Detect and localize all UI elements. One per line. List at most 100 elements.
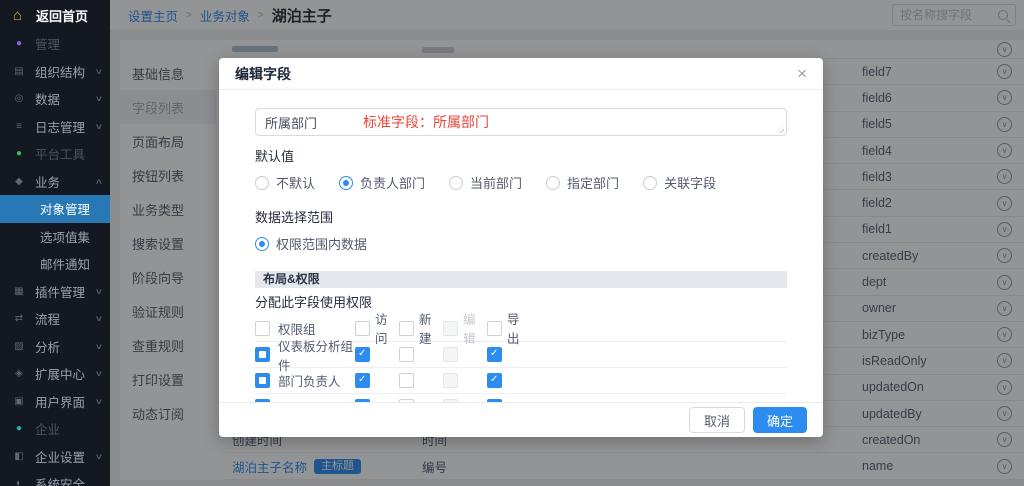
- data-scope-radio-group: 权限范围内数据: [255, 234, 787, 253]
- permission-row: 员工: [255, 393, 787, 402]
- radio-option-default-value[interactable]: 指定部门: [546, 173, 619, 192]
- layout-permission-section-bar: 布局&权限: [255, 271, 787, 288]
- checkbox-icon[interactable]: [255, 399, 270, 402]
- default-value-radio-group: 不默认 负责人部门 当前部门 指定部门 关联字段: [255, 173, 787, 192]
- checkbox-icon[interactable]: [399, 321, 414, 336]
- admin-dot-icon: ●: [12, 38, 26, 49]
- flow-icon: ⇄: [12, 313, 26, 324]
- checkbox-icon: [443, 347, 458, 362]
- sidebar-item-label: 流程: [35, 309, 60, 328]
- checkbox-icon[interactable]: [355, 321, 370, 336]
- sidebar-item-admin[interactable]: ●管理: [0, 30, 110, 58]
- checkbox-icon[interactable]: [487, 399, 502, 402]
- data-scope-label: 数据选择范围: [255, 207, 787, 226]
- radio-option-default-value[interactable]: 关联字段: [643, 173, 716, 192]
- radio-label: 当前部门: [470, 173, 522, 192]
- checkbox-icon[interactable]: [355, 373, 370, 388]
- sidebar-item-platform-tools[interactable]: ● 平台工具: [0, 140, 110, 168]
- permission-cell: [443, 373, 487, 388]
- checkbox-icon[interactable]: [355, 347, 370, 362]
- radio-option-data-scope[interactable]: 权限范围内数据: [255, 234, 367, 253]
- field-name-value: 所属部门: [265, 113, 317, 132]
- radio-icon[interactable]: [546, 176, 560, 190]
- data-icon: ◎: [12, 93, 26, 104]
- radio-icon[interactable]: [643, 176, 657, 190]
- checkbox-icon[interactable]: [255, 347, 270, 362]
- chevron-down-icon: ∨: [95, 122, 104, 131]
- edit-field-modal: 编辑字段 × 所属部门 标准字段：所属部门 默认值 不默认负责人部门当前部门指定…: [219, 58, 823, 437]
- checkbox-icon[interactable]: [487, 347, 502, 362]
- permission-row: 部门负责人: [255, 367, 787, 393]
- sidebar-item-home[interactable]: ⌂ 返回首页: [0, 0, 110, 30]
- platform-dot-icon: ●: [12, 148, 26, 159]
- chevron-down-icon: ∨: [95, 314, 104, 323]
- sidebar-item-label: 平台工具: [35, 144, 85, 163]
- radio-label: 指定部门: [567, 173, 619, 192]
- sidebar-item-enterprise-settings[interactable]: ◧企业设置∨: [0, 443, 110, 471]
- sidebar-item-option-value-set[interactable]: 选项值集: [0, 223, 110, 251]
- sidebar-item-email-notification[interactable]: 邮件通知: [0, 250, 110, 278]
- sidebar-item-label: 企业: [35, 419, 60, 438]
- radio-option-default-value[interactable]: 不默认: [255, 173, 315, 192]
- chevron-down-icon: ∨: [95, 287, 104, 296]
- sidebar-item-system-security[interactable]: ◐系统安全: [0, 470, 110, 486]
- sidebar-item-user-interface[interactable]: ▣用户界面∨: [0, 388, 110, 416]
- enterprise-dot-icon: ●: [12, 423, 26, 434]
- sidebar-item-log-management[interactable]: ≡ 日志管理 ∨: [0, 113, 110, 141]
- sidebar-item-data[interactable]: ◎数据∨: [0, 85, 110, 113]
- permission-cell: [443, 347, 487, 362]
- checkbox-icon[interactable]: [255, 321, 270, 336]
- radio-icon[interactable]: [449, 176, 463, 190]
- sidebar-item-label: 日志管理: [35, 117, 85, 136]
- checkbox-icon[interactable]: [487, 373, 502, 388]
- radio-label: 关联字段: [664, 173, 716, 192]
- sidebar-item-business[interactable]: ◆业务∧: [0, 168, 110, 196]
- sidebar-item-analysis[interactable]: ▨分析∨: [0, 333, 110, 361]
- permission-column-label: 新建: [419, 309, 443, 347]
- radio-option-default-value[interactable]: 负责人部门: [339, 173, 425, 192]
- radio-icon[interactable]: [339, 176, 353, 190]
- chevron-down-icon: ∨: [95, 67, 104, 76]
- sidebar-item-object-management[interactable]: 对象管理: [0, 195, 110, 223]
- resize-handle-icon[interactable]: [776, 125, 784, 133]
- permission-column-op: 访问: [355, 309, 399, 347]
- checkbox-icon[interactable]: [487, 321, 502, 336]
- field-name-input[interactable]: 所属部门 标准字段：所属部门: [255, 108, 787, 136]
- permission-column-label: 导出: [507, 309, 531, 347]
- sidebar-item-label: 扩展中心: [35, 364, 85, 383]
- sidebar-item-org-structure[interactable]: ▤组织结构∨: [0, 58, 110, 86]
- radio-icon[interactable]: [255, 237, 269, 251]
- sidebar-item-extension-center[interactable]: ◈ 扩展中心 ∨: [0, 360, 110, 388]
- chevron-down-icon: ∨: [95, 342, 104, 351]
- ok-button[interactable]: 确定: [753, 407, 807, 433]
- sidebar-item-label: 插件管理: [35, 282, 85, 301]
- close-icon[interactable]: ×: [797, 65, 807, 82]
- default-value-label: 默认值: [255, 146, 787, 165]
- radio-icon[interactable]: [255, 176, 269, 190]
- radio-label: 不默认: [276, 173, 315, 192]
- modal-body: 所属部门 标准字段：所属部门 默认值 不默认负责人部门当前部门指定部门关联字段 …: [219, 90, 823, 402]
- sidebar-item-label: 业务: [35, 172, 60, 191]
- radio-label: 负责人部门: [360, 173, 425, 192]
- permission-cell: [355, 347, 399, 362]
- org-structure-icon: ▤: [12, 66, 26, 77]
- sidebar-item-enterprise[interactable]: ● 企业: [0, 415, 110, 443]
- log-icon: ≡: [12, 121, 26, 132]
- checkbox-icon[interactable]: [255, 373, 270, 388]
- checkbox-icon[interactable]: [399, 347, 414, 362]
- permission-column-op: 导出: [487, 309, 531, 347]
- permission-group-label: 部门负责人: [278, 371, 341, 390]
- checkbox-icon[interactable]: [399, 399, 414, 402]
- permission-column-op: 编辑: [443, 309, 487, 347]
- sidebar-item-label: 邮件通知: [40, 254, 90, 273]
- sidebar-item-plugin-management[interactable]: ▦插件管理∨: [0, 278, 110, 306]
- radio-option-default-value[interactable]: 当前部门: [449, 173, 522, 192]
- checkbox-icon[interactable]: [355, 399, 370, 402]
- extension-icon: ◈: [12, 368, 26, 379]
- modal-footer: 取消 确定: [219, 402, 823, 437]
- cancel-button[interactable]: 取消: [689, 407, 745, 433]
- permission-table: 权限组访问新建编辑导出仪表板分析组件部门负责人员工部门管理员: [255, 315, 787, 402]
- chevron-down-icon: ∨: [95, 369, 104, 378]
- sidebar-item-flow[interactable]: ⇄ 流程 ∨: [0, 305, 110, 333]
- checkbox-icon[interactable]: [399, 373, 414, 388]
